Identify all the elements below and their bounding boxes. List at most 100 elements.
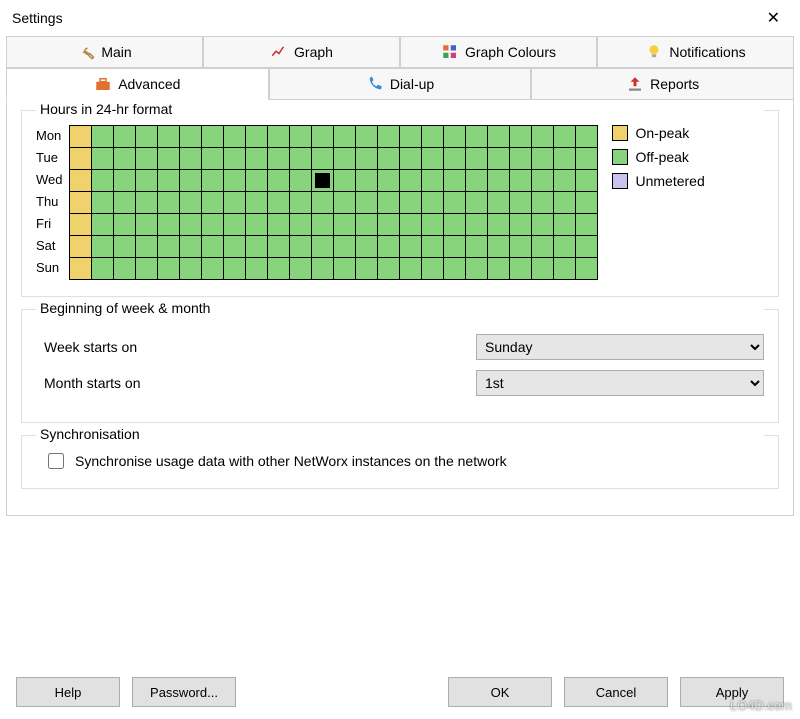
schedule-cell[interactable]	[311, 258, 333, 280]
schedule-cell[interactable]	[421, 236, 443, 258]
schedule-cell[interactable]	[289, 192, 311, 214]
schedule-grid[interactable]	[69, 125, 598, 280]
schedule-cell[interactable]	[135, 126, 157, 148]
schedule-cell[interactable]	[201, 170, 223, 192]
schedule-cell[interactable]	[113, 214, 135, 236]
apply-button[interactable]: Apply	[680, 677, 784, 707]
schedule-cell[interactable]	[223, 170, 245, 192]
schedule-cell[interactable]	[355, 170, 377, 192]
schedule-cell[interactable]	[377, 214, 399, 236]
schedule-cell[interactable]	[179, 148, 201, 170]
schedule-cell[interactable]	[509, 192, 531, 214]
tab-notifications[interactable]: Notifications	[597, 36, 794, 68]
schedule-cell[interactable]	[245, 148, 267, 170]
schedule-cell[interactable]	[465, 148, 487, 170]
schedule-cell[interactable]	[487, 170, 509, 192]
schedule-cell[interactable]	[69, 126, 91, 148]
schedule-cell[interactable]	[531, 192, 553, 214]
schedule-cell[interactable]	[443, 236, 465, 258]
schedule-cell[interactable]	[311, 126, 333, 148]
schedule-cell[interactable]	[179, 170, 201, 192]
schedule-cell[interactable]	[575, 148, 597, 170]
schedule-cell[interactable]	[421, 258, 443, 280]
schedule-cell[interactable]	[179, 258, 201, 280]
schedule-cell[interactable]	[69, 192, 91, 214]
schedule-cell[interactable]	[333, 236, 355, 258]
schedule-cell[interactable]	[509, 148, 531, 170]
schedule-cell[interactable]	[531, 148, 553, 170]
schedule-cell[interactable]	[223, 236, 245, 258]
schedule-cell[interactable]	[113, 192, 135, 214]
schedule-cell[interactable]	[135, 214, 157, 236]
schedule-cell[interactable]	[201, 148, 223, 170]
schedule-cell[interactable]	[245, 214, 267, 236]
schedule-cell[interactable]	[355, 126, 377, 148]
schedule-cell[interactable]	[91, 126, 113, 148]
schedule-cell[interactable]	[179, 192, 201, 214]
schedule-cell[interactable]	[575, 170, 597, 192]
sync-checkbox[interactable]	[48, 453, 64, 469]
schedule-cell[interactable]	[157, 126, 179, 148]
schedule-cell[interactable]	[135, 148, 157, 170]
schedule-cell[interactable]	[487, 236, 509, 258]
schedule-cell[interactable]	[135, 170, 157, 192]
schedule-cell[interactable]	[575, 126, 597, 148]
schedule-cell[interactable]	[553, 258, 575, 280]
schedule-cell[interactable]	[575, 258, 597, 280]
schedule-cell[interactable]	[157, 258, 179, 280]
schedule-cell[interactable]	[399, 258, 421, 280]
schedule-cell[interactable]	[289, 148, 311, 170]
schedule-cell[interactable]	[223, 258, 245, 280]
schedule-cell[interactable]	[91, 258, 113, 280]
cancel-button[interactable]: Cancel	[564, 677, 668, 707]
schedule-cell[interactable]	[509, 214, 531, 236]
schedule-cell[interactable]	[443, 148, 465, 170]
schedule-cell[interactable]	[399, 214, 421, 236]
schedule-cell[interactable]	[179, 236, 201, 258]
schedule-cell[interactable]	[531, 170, 553, 192]
tab-advanced[interactable]: Advanced	[6, 68, 269, 100]
tab-graph-colours[interactable]: Graph Colours	[400, 36, 597, 68]
schedule-cell[interactable]	[575, 192, 597, 214]
schedule-cell[interactable]	[443, 126, 465, 148]
schedule-cell[interactable]	[355, 258, 377, 280]
schedule-cell[interactable]	[575, 214, 597, 236]
schedule-cell[interactable]	[201, 126, 223, 148]
schedule-cell[interactable]	[465, 126, 487, 148]
schedule-cell[interactable]	[553, 148, 575, 170]
schedule-cell[interactable]	[333, 258, 355, 280]
schedule-cell[interactable]	[267, 148, 289, 170]
month-starts-select[interactable]: 1st	[476, 370, 764, 396]
schedule-cell[interactable]	[311, 192, 333, 214]
schedule-cell[interactable]	[245, 192, 267, 214]
schedule-cell[interactable]	[531, 258, 553, 280]
schedule-cell[interactable]	[377, 192, 399, 214]
schedule-cell[interactable]	[355, 236, 377, 258]
help-button[interactable]: Help	[16, 677, 120, 707]
ok-button[interactable]: OK	[448, 677, 552, 707]
schedule-cell[interactable]	[289, 126, 311, 148]
tab-graph[interactable]: Graph	[203, 36, 400, 68]
schedule-cell[interactable]	[201, 258, 223, 280]
schedule-cell[interactable]	[333, 192, 355, 214]
schedule-cell[interactable]	[355, 214, 377, 236]
schedule-cell[interactable]	[113, 148, 135, 170]
schedule-cell[interactable]	[201, 192, 223, 214]
schedule-cell[interactable]	[531, 236, 553, 258]
week-starts-select[interactable]: Sunday	[476, 334, 764, 360]
schedule-cell[interactable]	[69, 236, 91, 258]
schedule-cell[interactable]	[487, 126, 509, 148]
schedule-cell[interactable]	[443, 258, 465, 280]
schedule-cell[interactable]	[223, 214, 245, 236]
schedule-cell[interactable]	[465, 258, 487, 280]
schedule-cell[interactable]	[223, 126, 245, 148]
schedule-cell[interactable]	[245, 170, 267, 192]
schedule-cell[interactable]	[509, 126, 531, 148]
tab-dialup[interactable]: Dial-up	[269, 68, 532, 100]
schedule-cell[interactable]	[267, 126, 289, 148]
schedule-cell[interactable]	[377, 236, 399, 258]
schedule-cell[interactable]	[443, 192, 465, 214]
schedule-cell[interactable]	[333, 214, 355, 236]
schedule-cell[interactable]	[91, 170, 113, 192]
schedule-cell[interactable]	[421, 126, 443, 148]
